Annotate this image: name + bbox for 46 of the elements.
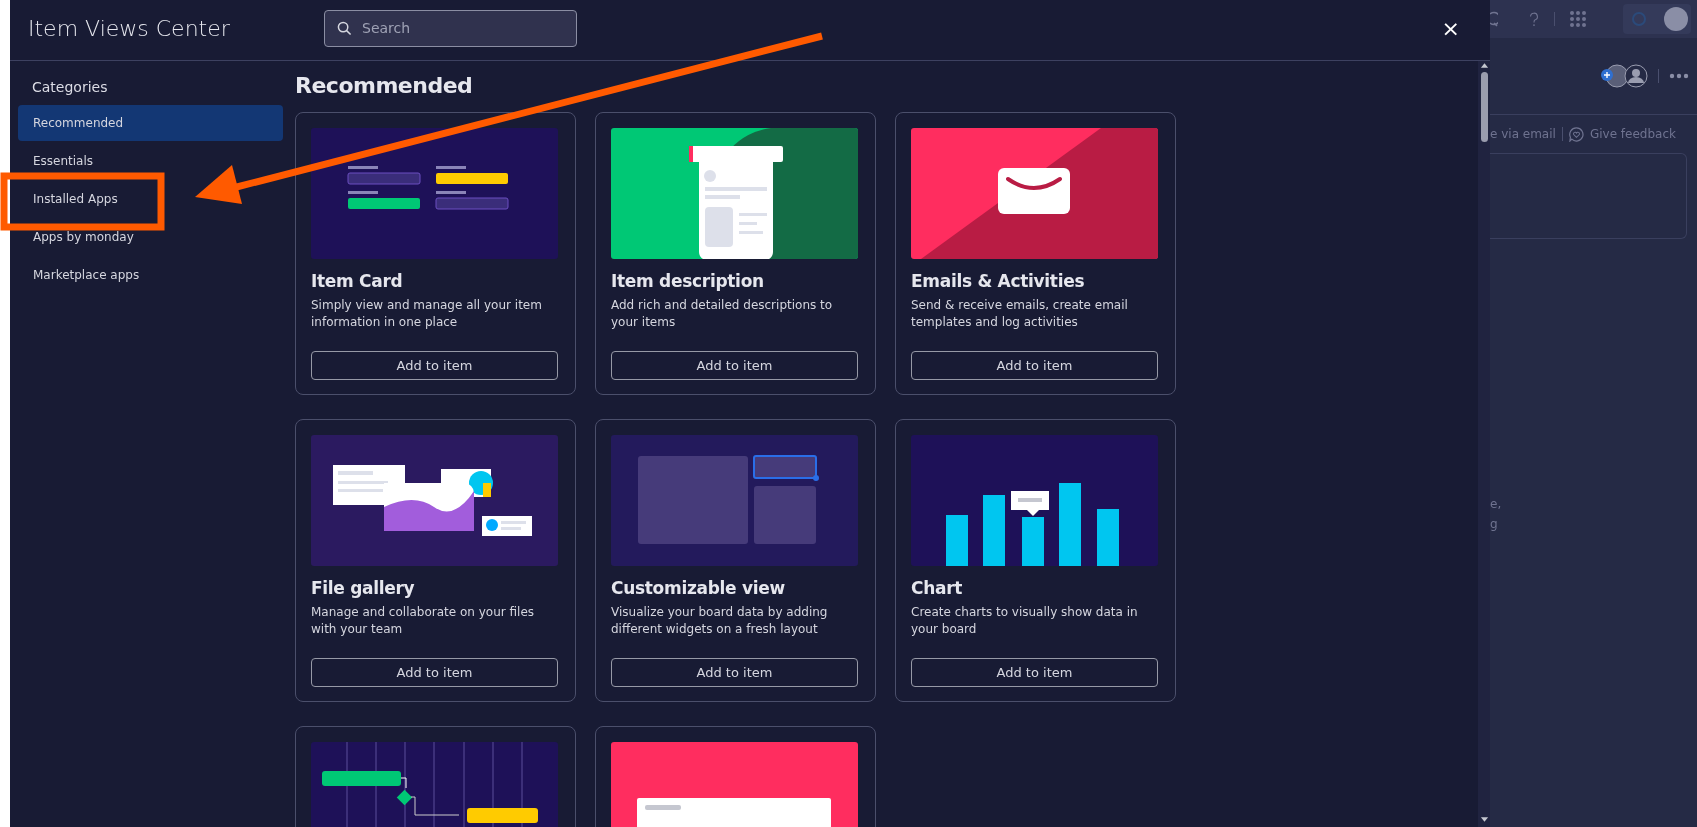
chat-heart-icon [1568,126,1584,142]
card-title: File gallery [311,578,416,598]
search-input[interactable]: Search [360,19,554,37]
category-item[interactable]: Installed Apps [18,181,126,217]
chart-bar [1097,509,1119,566]
board-members-icon[interactable] [1601,64,1648,88]
scrollbar-thumb[interactable] [1480,72,1488,142]
section-heading: Recommended [295,73,474,98]
card-description: Simply view and manage all your item information in one place [311,297,543,331]
card-title: Item Card [311,271,404,291]
help-icon[interactable] [1528,10,1540,28]
close-button[interactable]: × [1437,15,1464,41]
card-title: Item description [611,271,765,291]
category-item[interactable]: Essentials [18,143,102,179]
scroll-down-icon[interactable] [1479,816,1489,824]
card-description: Add rich and detailed descriptions to your items [611,297,834,331]
add-to-item-button[interactable]: Add to item [911,658,1158,687]
apps-grid-icon[interactable] [1569,10,1587,28]
card-description: Send & receive emails, create email templates and log activities [911,297,1129,331]
text-fragment: e, [1490,496,1503,513]
add-to-item-button[interactable]: Add to item [311,351,558,380]
chart-bar [946,515,968,566]
scroll-up-icon[interactable] [1479,61,1489,69]
category-item[interactable]: Apps by monday [18,219,142,255]
card-title: Customizable view [611,578,786,598]
category-item[interactable]: Marketplace apps [18,257,148,293]
card-description: Manage and collaborate on your files with your team [311,604,536,638]
profile-avatar-icon[interactable] [1623,4,1691,34]
add-to-item-button[interactable]: Add to item [611,351,858,380]
add-to-item-button[interactable]: Add to item [911,351,1158,380]
card-description: Create charts to visually show data in your board [911,604,1139,638]
card-title: Emails & Activities [911,271,1086,291]
scrollbar[interactable] [1478,61,1490,827]
add-to-item-button[interactable]: Add to item [311,658,558,687]
card-description: Visualize your board data by adding different widgets on a fresh layout [611,604,829,638]
add-to-item-button[interactable]: Add to item [611,658,858,687]
categories-heading: Categories [32,78,109,97]
more-icon[interactable] [1669,73,1689,79]
search-field[interactable]: Search [324,9,577,47]
tooltip-drawing [1011,491,1049,516]
chart-bar [1022,517,1044,566]
category-item[interactable]: Recommended [18,105,283,141]
modal-title: Item Views Center [28,15,231,41]
chart-bar [983,495,1005,566]
card-title: Chart [911,578,964,598]
text-fragment: g [1490,516,1499,533]
